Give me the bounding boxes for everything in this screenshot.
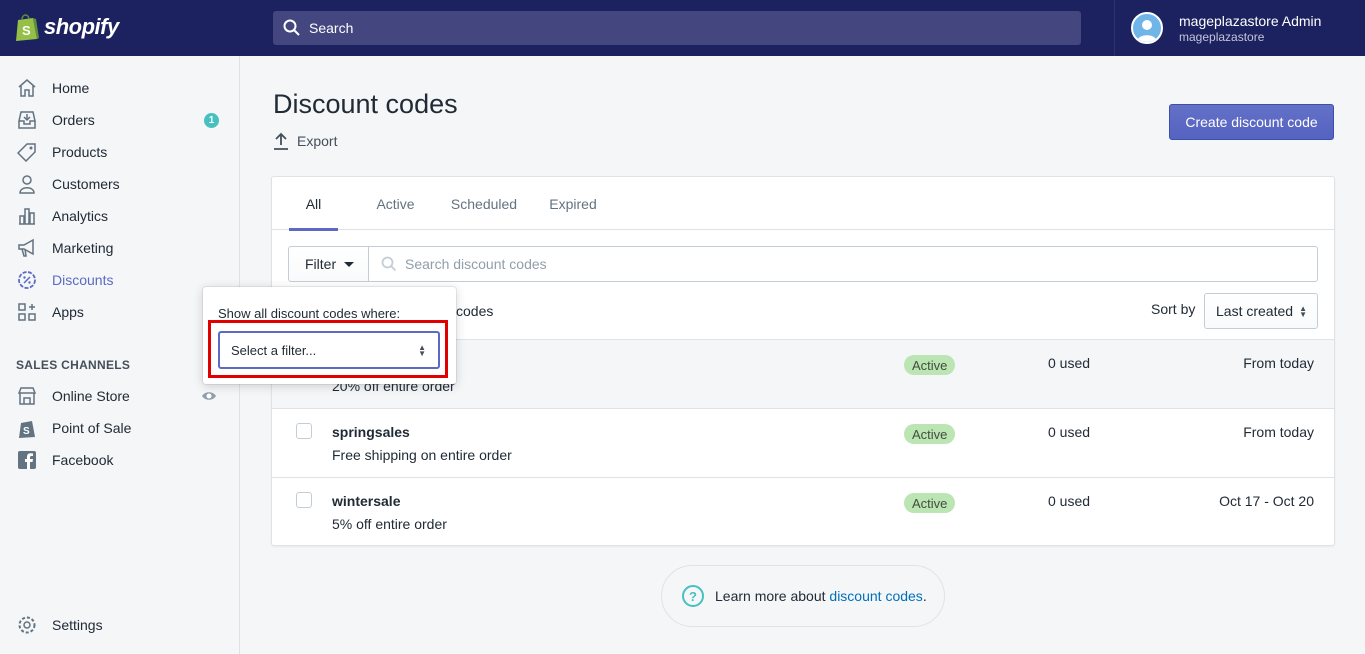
learn-more-suffix: . xyxy=(922,588,927,604)
home-icon xyxy=(16,77,38,99)
gear-icon xyxy=(16,614,38,636)
sidebar-item-products[interactable]: Products xyxy=(0,136,239,168)
tab-all[interactable]: All xyxy=(289,177,338,231)
user-avatar-icon xyxy=(1137,20,1157,42)
logo-text: shopify xyxy=(44,14,119,39)
active-dates: From today xyxy=(1243,355,1314,371)
sidebar-item-home[interactable]: Home xyxy=(0,72,239,104)
usage-count: 0 used xyxy=(1048,355,1091,371)
search-input[interactable] xyxy=(405,256,1255,272)
sort-value: Last created xyxy=(1216,303,1294,319)
top-bar: S shopify Search mageplazastore Admin ma… xyxy=(0,0,1365,56)
upload-icon xyxy=(274,132,288,150)
apps-icon xyxy=(16,301,38,323)
sidebar-item-point-of-sale[interactable]: S Point of Sale xyxy=(0,412,239,444)
sales-channels-title: SALES CHANNELS xyxy=(16,358,131,372)
create-discount-code-button[interactable]: Create discount code xyxy=(1169,104,1334,140)
global-search[interactable]: Search xyxy=(273,11,1081,45)
person-icon xyxy=(16,173,38,195)
help-icon: ? xyxy=(682,585,704,607)
tag-icon xyxy=(16,141,38,163)
discount-description: 5% off entire order xyxy=(332,516,447,532)
learn-more-prefix: Learn more about xyxy=(715,588,830,604)
select-arrows-icon: ▲ ▼ xyxy=(418,343,426,358)
pos-icon: S xyxy=(16,417,38,439)
bar-chart-icon xyxy=(16,205,38,227)
export-button[interactable]: Export xyxy=(273,132,337,150)
shopify-logo[interactable]: S shopify xyxy=(14,12,119,42)
search-icon xyxy=(381,256,397,272)
popover-title: Show all discount codes where: xyxy=(218,306,401,321)
tab-active[interactable]: Active xyxy=(368,177,423,230)
row-checkbox[interactable] xyxy=(296,423,312,439)
sidebar-item-label: Online Store xyxy=(52,388,130,404)
usage-count: 0 used xyxy=(1048,493,1091,509)
sidebar-item-label: Marketing xyxy=(52,240,114,256)
search-discount-codes[interactable] xyxy=(368,246,1318,282)
discount-codes-link[interactable]: discount codes xyxy=(829,588,922,604)
sort-by-label: Sort by xyxy=(1151,301,1196,317)
sidebar-item-label: Apps xyxy=(52,304,84,320)
shopify-bag-icon: S xyxy=(16,14,39,41)
sidebar-item-label: Analytics xyxy=(52,208,109,224)
status-badge: Active xyxy=(904,355,956,375)
filter-select-placeholder: Select a filter... xyxy=(231,342,317,358)
filter-label: Filter xyxy=(305,256,337,272)
sidebar-item-facebook[interactable]: Facebook xyxy=(0,444,239,476)
svg-text:S: S xyxy=(23,426,30,437)
tab-scheduled[interactable]: Scheduled xyxy=(444,177,524,230)
tabs: All Active Scheduled Expired xyxy=(272,177,1334,231)
search-icon xyxy=(283,19,300,36)
search-label: Search xyxy=(309,20,354,36)
sidebar-item-analytics[interactable]: Analytics xyxy=(0,200,239,232)
status-badge: Active xyxy=(904,493,956,513)
filter-select[interactable]: Select a filter... ▲ ▼ xyxy=(218,331,440,369)
page-title: Discount codes xyxy=(273,89,458,119)
chevron-down-icon xyxy=(344,261,355,267)
user-menu[interactable]: mageplazastore Admin mageplazastore xyxy=(1114,0,1365,56)
filter-button[interactable]: Filter xyxy=(288,246,369,282)
sidebar-item-customers[interactable]: Customers xyxy=(0,168,239,200)
sidebar-item-label: Point of Sale xyxy=(52,420,132,436)
sidebar-item-label: Products xyxy=(52,144,108,160)
sidebar-item-label: Orders xyxy=(52,112,95,128)
sidebar-item-label: Discounts xyxy=(52,272,114,288)
table-row[interactable]: springsales Free shipping on entire orde… xyxy=(272,408,1334,477)
select-arrows-icon: ▲ ▼ xyxy=(1299,304,1307,319)
orders-icon xyxy=(16,109,38,131)
sidebar-item-marketing[interactable]: Marketing xyxy=(0,232,239,264)
filter-popover: Show all discount codes where: Select a … xyxy=(203,287,456,384)
discount-code[interactable]: springsales xyxy=(332,424,410,440)
active-dates: Oct 17 - Oct 20 xyxy=(1219,493,1314,509)
sidebar-item-label: Home xyxy=(52,80,90,96)
sidebar-item-label: Facebook xyxy=(52,452,114,468)
orders-count-badge: 1 xyxy=(204,113,219,128)
sidebar-item-orders[interactable]: Orders 1 xyxy=(0,104,239,136)
discount-icon xyxy=(16,269,38,291)
store-icon xyxy=(16,385,38,407)
active-dates: From today xyxy=(1243,424,1314,440)
status-badge: Active xyxy=(904,424,956,444)
megaphone-icon xyxy=(16,237,38,259)
user-name: mageplazastore Admin xyxy=(1179,12,1322,29)
tab-expired[interactable]: Expired xyxy=(542,177,604,230)
discount-code[interactable]: wintersale xyxy=(332,493,400,509)
usage-count: 0 used xyxy=(1048,424,1091,440)
table-row[interactable]: wintersale 5% off entire order Active 0 … xyxy=(272,477,1334,546)
learn-more-callout: ? Learn more about discount codes. xyxy=(661,565,945,627)
sort-select[interactable]: Last created ▲ ▼ xyxy=(1204,293,1318,329)
facebook-icon xyxy=(16,449,38,471)
showing-count-text: codes xyxy=(456,303,494,319)
sidebar-item-online-store[interactable]: Online Store xyxy=(0,380,239,412)
discount-description: Free shipping on entire order xyxy=(332,447,512,463)
sidebar-item-label: Settings xyxy=(52,617,103,633)
eye-icon[interactable] xyxy=(201,388,217,407)
avatar xyxy=(1131,12,1163,44)
user-store: mageplazastore xyxy=(1179,29,1265,44)
sidebar-item-label: Customers xyxy=(52,176,120,192)
row-checkbox[interactable] xyxy=(296,492,312,508)
svg-text:S: S xyxy=(22,23,31,38)
sidebar-item-settings[interactable]: Settings xyxy=(0,609,239,641)
export-label: Export xyxy=(297,133,338,149)
